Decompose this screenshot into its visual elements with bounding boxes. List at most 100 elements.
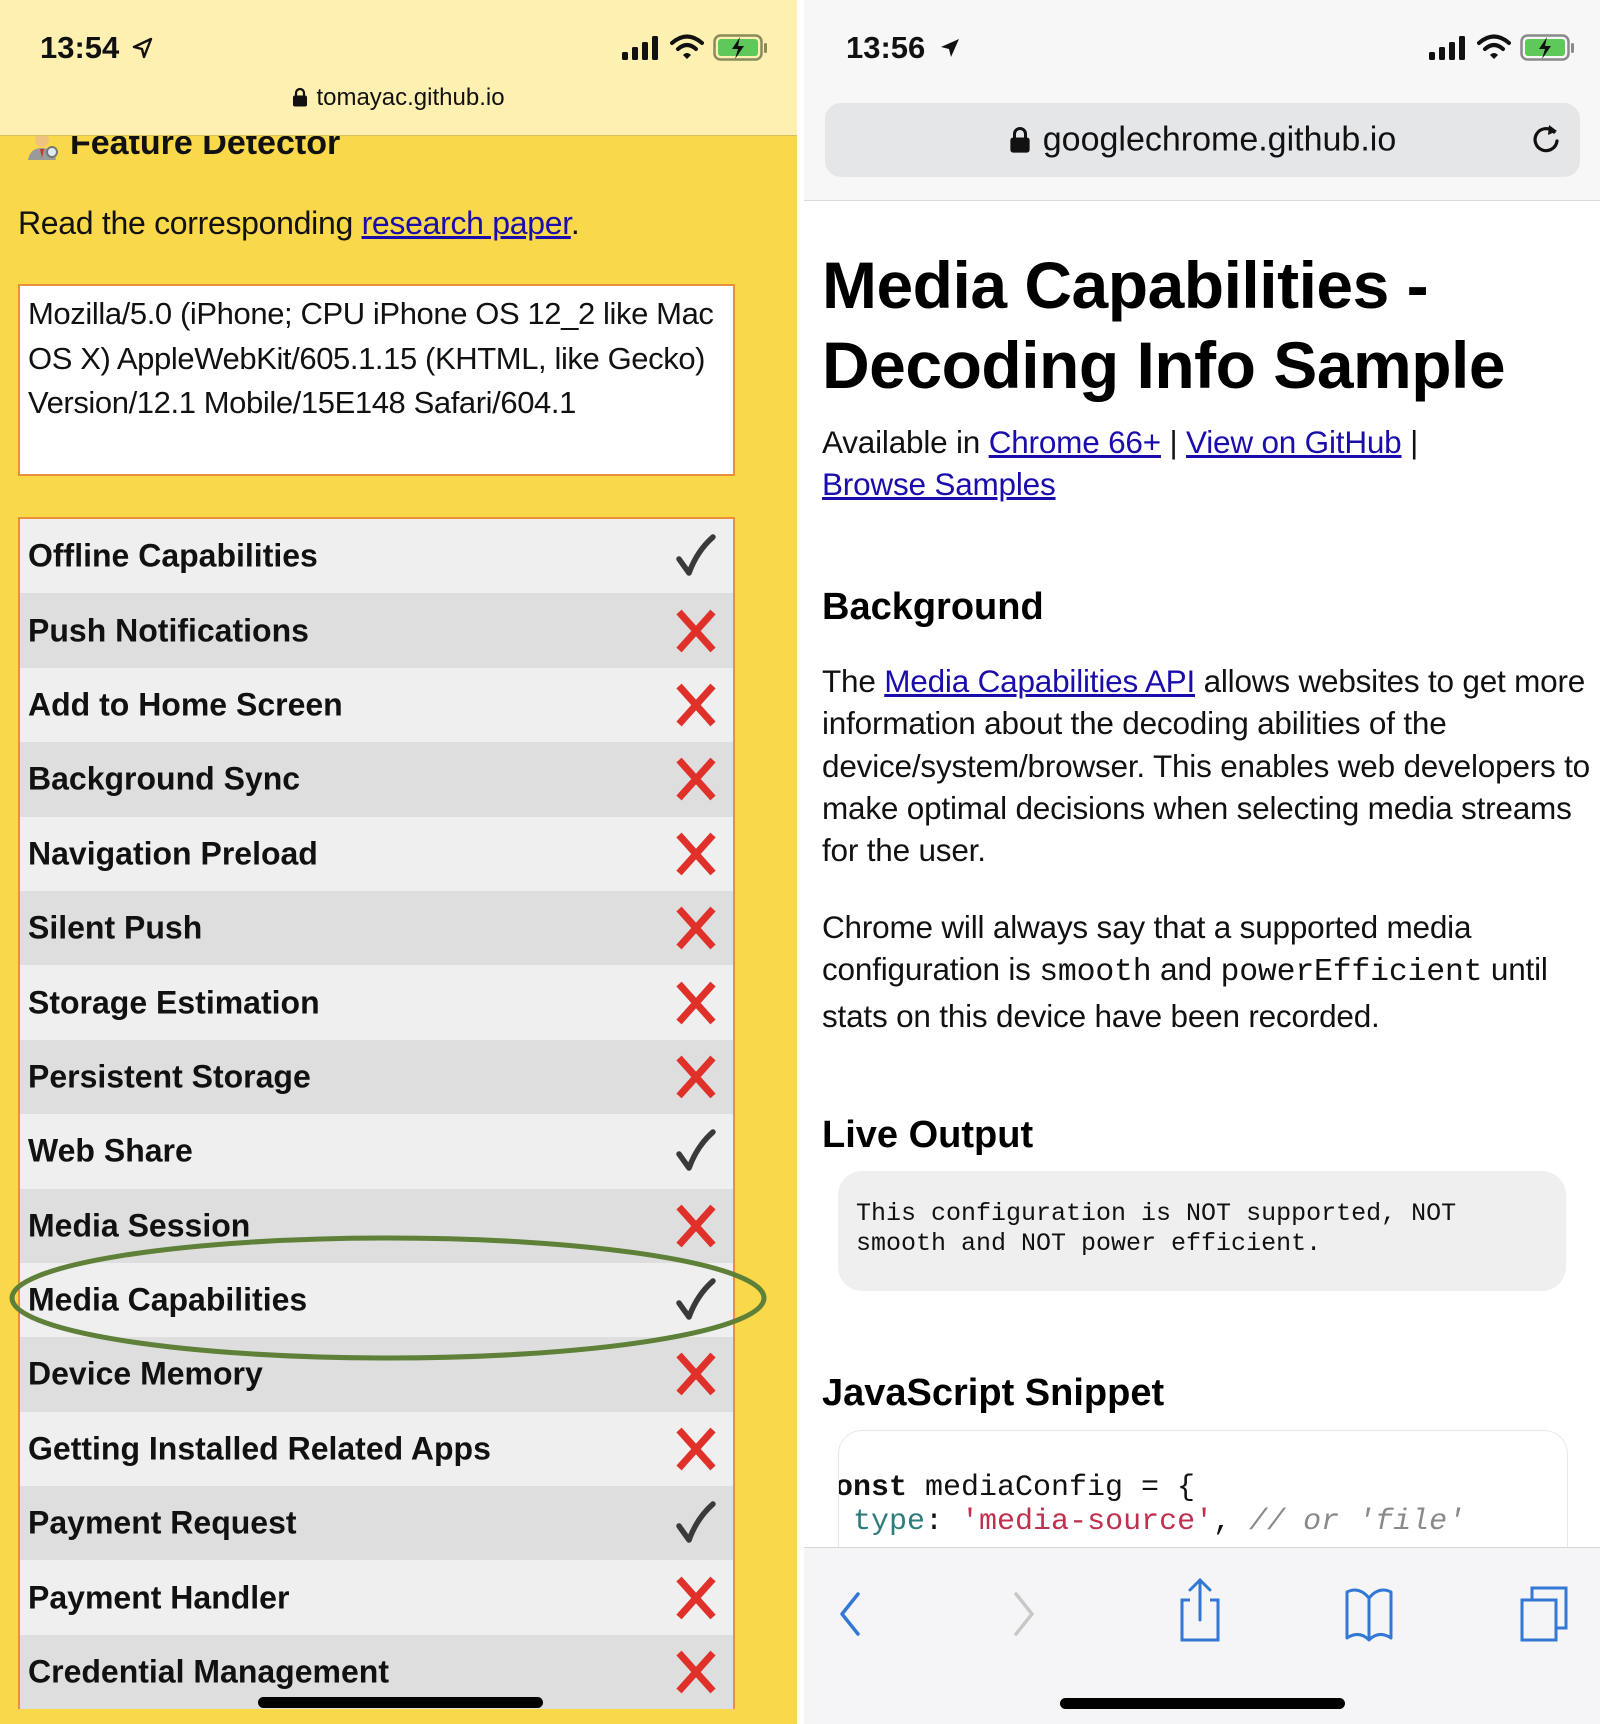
javascript-snippet-heading: JavaScript Snippet [822,1372,1165,1414]
feature-label: Media Session [28,1207,251,1244]
page-title-line-2: Decoding Info Sample [822,328,1506,402]
cellular-signal-icon [622,36,658,60]
background-paragraph-2: Chrome will always say that a supported … [822,906,1592,1037]
status-time: 13:54 [40,30,120,65]
code-comment: // or 'file' [1249,1505,1466,1539]
feature-row: Offline Capabilities [20,519,733,594]
available-prefix: Available in [822,424,989,460]
feature-row: Getting Installed Related Apps [20,1411,733,1487]
lock-icon [1010,127,1030,153]
location-arrow-outline-icon [132,37,153,59]
wifi-icon [670,34,704,59]
feature-row: Payment Request [20,1486,733,1561]
code-power-efficient: powerEfficient [1220,955,1483,991]
share-icon[interactable] [1172,1576,1228,1642]
feature-label: Media Capabilities [28,1281,308,1318]
separator: | [1401,424,1419,460]
feature-label: Payment Handler [28,1579,290,1616]
feature-label: Persistent Storage [28,1058,311,1095]
background-heading: Background [822,586,1044,628]
right-url-text: googlechrome.github.io [825,121,1580,160]
checkmark-icon [676,1501,716,1544]
live-output-box: This configuration is NOT supported, NOT… [838,1171,1566,1291]
battery-charging-icon [1520,34,1574,61]
view-on-github-link[interactable]: View on GitHub [1186,424,1402,460]
location-arrow-filled-icon [941,39,959,57]
cross-icon [676,609,716,652]
right-status-and-address-bar: 13:56 googlechrome.github.io [804,0,1600,201]
cross-icon [676,1650,716,1694]
code-property: type [853,1505,926,1539]
feature-row: Media Capabilities [20,1262,733,1338]
research-paper-link[interactable]: research paper [362,205,572,241]
intro-paragraph: Read the corresponding research paper. [18,205,580,242]
background-paragraph-1: The Media Capabilities API allows websit… [822,660,1592,871]
code-line-1: onst mediaConfig = { [839,1471,1196,1505]
feature-row: Media Session [20,1188,733,1263]
code-string: 'media-source' [961,1505,1214,1539]
bg-p1-prefix: The [822,663,885,699]
checkmark-icon [676,534,716,576]
left-home-indicator[interactable] [258,1697,543,1708]
feature-row: Payment Handler [20,1560,733,1635]
left-phone-screen: 13:54 tomayac.github.io Feature Detector… [0,0,797,1724]
cross-icon [676,1427,716,1471]
code-text: mediaConfig = { [907,1471,1196,1505]
right-home-indicator[interactable] [1060,1698,1345,1709]
cellular-signal-icon [1429,36,1465,60]
feature-label: Payment Request [28,1504,297,1541]
left-address-bar[interactable]: tomayac.github.io [0,84,797,112]
page-title-line-1: Media Capabilities - [822,248,1429,322]
forward-chevron-icon[interactable] [996,1584,1052,1644]
live-output-heading: Live Output [822,1114,1034,1156]
feature-row: Add to Home Screen [20,667,733,743]
feature-row: Navigation Preload [20,816,733,891]
media-capabilities-api-link[interactable]: Media Capabilities API [884,663,1195,699]
availability-line: Available in Chrome 66+ | View on GitHub… [822,421,1592,506]
code-line-2: type: 'media-source', // or 'file' [839,1505,1466,1539]
cross-icon [676,981,716,1024]
left-status-and-address-bar: 13:54 tomayac.github.io [0,0,797,136]
feature-label: Add to Home Screen [28,686,343,723]
cross-icon [676,683,716,727]
cross-icon [676,832,716,876]
right-phone-screen: 13:56 googlechrome.github.io Media Capab… [804,0,1600,1724]
feature-row: Background Sync [20,742,733,817]
feature-label: Navigation Preload [28,835,318,872]
back-chevron-icon[interactable] [822,1584,878,1644]
left-url-domain: tomayac.github.io [316,84,505,111]
bookmarks-icon[interactable] [1341,1584,1397,1644]
cross-icon [676,758,716,801]
feature-label: Background Sync [28,760,301,797]
intro-period: . [570,205,580,241]
feature-row: Persistent Storage [20,1039,733,1115]
tabs-icon[interactable] [1516,1584,1572,1644]
feature-label: Storage Estimation [28,984,320,1021]
reload-icon[interactable] [1528,122,1564,158]
live-output-text: This configuration is NOT supported, NOT… [856,1199,1457,1258]
safari-bottom-toolbar [804,1547,1600,1724]
code-colon: : [925,1505,962,1539]
feature-row: Silent Push [20,890,733,966]
cross-icon [676,1353,716,1396]
chrome-66-link[interactable]: Chrome 66+ [989,424,1161,460]
intro-text: Read the corresponding [18,205,362,241]
cross-icon [676,1576,716,1619]
feature-label: Credential Management [28,1653,389,1690]
right-url-domain: googlechrome.github.io [1042,120,1397,159]
wifi-icon [1477,34,1511,59]
code-smooth: smooth [1039,955,1152,991]
feature-row: Push Notifications [20,593,733,668]
right-address-bar[interactable]: googlechrome.github.io [825,103,1580,177]
status-time: 13:56 [846,30,926,65]
checkmark-icon [676,1278,716,1320]
feature-label: Offline Capabilities [28,537,318,574]
bg-p2-text-2: and [1151,951,1221,988]
user-agent-box: Mozilla/5.0 (iPhone; CPU iPhone OS 12_2 … [18,284,735,476]
feature-label: Device Memory [28,1355,263,1392]
cross-icon [676,1204,716,1248]
feature-label: Getting Installed Related Apps [28,1430,491,1467]
checkmark-icon [676,1129,716,1172]
browse-samples-link[interactable]: Browse Samples [822,466,1056,502]
